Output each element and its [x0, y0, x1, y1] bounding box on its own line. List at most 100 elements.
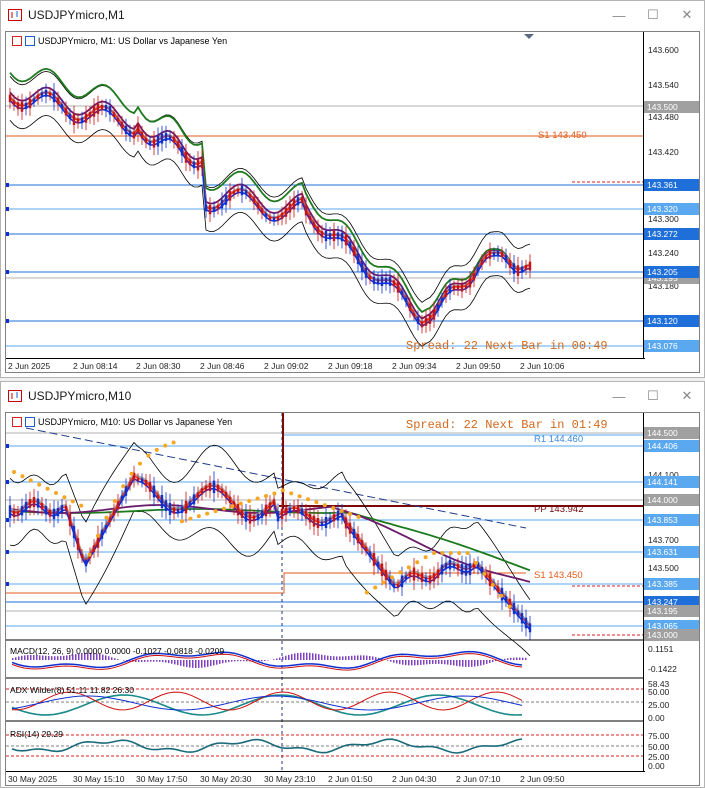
- macd-bar: [519, 657, 521, 660]
- sar-dot: [138, 461, 142, 466]
- macd-bar: [408, 660, 410, 666]
- minimize-icon[interactable]: —: [602, 1, 636, 29]
- candle-body: [160, 495, 164, 508]
- close-icon[interactable]: ✕: [670, 1, 704, 29]
- macd-bar: [438, 660, 440, 664]
- candle-body: [516, 610, 520, 617]
- candle-body: [348, 522, 352, 534]
- candle-body: [376, 278, 380, 285]
- chart-area-m10[interactable]: USDJPYmicro, M10: US Dollar vs Japanese …: [5, 412, 700, 786]
- macd-bar: [354, 655, 356, 660]
- sar-dot: [129, 471, 134, 476]
- macd-bar: [486, 660, 488, 664]
- candle-body: [308, 513, 312, 523]
- adx-label: ADX Wilder(8) 51.11 11.82 26.30: [10, 685, 134, 695]
- candle-body: [80, 554, 84, 558]
- macd-bar: [210, 660, 212, 667]
- candle-body: [44, 89, 48, 97]
- chart-area-m1[interactable]: USDJPYmicro, M1: US Dollar vs Japanese Y…: [5, 31, 700, 373]
- candle-body: [332, 514, 336, 522]
- sar-dot: [222, 506, 226, 511]
- candle-body: [436, 304, 440, 311]
- macd-bar: [342, 656, 344, 660]
- candle-body: [192, 161, 196, 169]
- macd-bar: [312, 653, 314, 660]
- time-label: 2 Jun 09:50: [456, 361, 501, 371]
- candle-body: [188, 501, 192, 506]
- macd-bar: [402, 660, 404, 665]
- shift-marker-icon: [524, 34, 534, 39]
- candle-body: [508, 259, 512, 268]
- candle-body: [380, 276, 384, 287]
- macd-bar: [435, 660, 437, 664]
- rsi-axis-level: 75.00: [648, 731, 670, 741]
- candle-body: [112, 509, 116, 516]
- macd-bar: [237, 660, 239, 662]
- time-label: 2 Jun 09:50: [520, 774, 565, 784]
- candle-body: [76, 118, 80, 124]
- candle-body: [300, 508, 304, 515]
- candle-body: [136, 124, 140, 134]
- title-bar[interactable]: USDJPYmicro,M10 — ☐ ✕: [1, 382, 704, 410]
- level-marker: [6, 183, 9, 187]
- adx-line: [11, 694, 523, 716]
- macd-bar: [60, 656, 62, 660]
- candle-body: [316, 226, 320, 235]
- macd-bar: [276, 658, 278, 660]
- candle-body: [12, 100, 16, 106]
- level-marker: [6, 582, 9, 586]
- candle-body: [92, 106, 96, 117]
- close-icon[interactable]: ✕: [670, 382, 704, 410]
- candle-body: [160, 133, 164, 144]
- bollinger-upper: [9, 441, 531, 601]
- candle-body: [432, 573, 436, 582]
- candle-body: [20, 506, 24, 516]
- candle-body: [504, 254, 508, 262]
- macd-bar: [153, 660, 155, 662]
- macd-bar: [198, 660, 200, 668]
- macd-bar: [303, 652, 305, 660]
- sar-dot: [331, 506, 336, 511]
- macd-bar: [42, 655, 44, 660]
- candle-body: [24, 501, 28, 512]
- candle-body: [68, 113, 72, 119]
- candle-body: [204, 485, 208, 492]
- candle-body: [488, 573, 492, 586]
- maximize-icon[interactable]: ☐: [636, 382, 670, 410]
- ma-red: [9, 91, 531, 325]
- candle-body: [148, 482, 152, 492]
- title-bar[interactable]: USDJPYmicro,M1 — ☐ ✕: [1, 1, 704, 29]
- candle-body: [172, 507, 176, 514]
- candle-body: [80, 117, 84, 124]
- time-axis-m10[interactable]: 30 May 2025 30 May 15:10 30 May 17:50 30…: [6, 771, 645, 785]
- candle-body: [288, 203, 292, 213]
- candle-body: [528, 623, 532, 633]
- price-tag: 143.000: [644, 629, 699, 641]
- sar-dot: [96, 533, 100, 538]
- sar-dot: [104, 515, 109, 520]
- candle-body: [308, 216, 312, 220]
- candle-body: [224, 491, 228, 499]
- macd-bar: [279, 657, 281, 660]
- minimize-icon[interactable]: —: [602, 382, 636, 410]
- price-label: 143.240: [648, 248, 679, 258]
- candle-body: [324, 516, 328, 528]
- candle-body: [48, 92, 52, 96]
- candle-body: [152, 485, 156, 498]
- price-axis-m1[interactable]: 143.600 143.540 143.480 143.420 143.300 …: [643, 32, 699, 372]
- candle-body: [96, 103, 100, 114]
- price-axis-m10[interactable]: 144.500 144.406 144.100 144.141 144.000 …: [643, 413, 699, 785]
- rsi-axis-level: 0.00: [648, 761, 665, 771]
- macd-bar: [189, 660, 191, 668]
- maximize-icon[interactable]: ☐: [636, 1, 670, 29]
- macd-bar: [468, 660, 470, 667]
- candle-body: [464, 564, 468, 576]
- price-tag: 144.406: [644, 440, 699, 452]
- time-axis-m1[interactable]: 2 Jun 2025 2 Jun 08:14 2 Jun 08:30 2 Jun…: [6, 358, 645, 372]
- candle-body: [32, 98, 36, 103]
- candle-body: [448, 559, 452, 570]
- candle-body: [300, 196, 304, 203]
- sar-dot: [45, 486, 50, 491]
- candle-body: [436, 569, 440, 579]
- time-label: 2 Jun 2025: [8, 361, 51, 371]
